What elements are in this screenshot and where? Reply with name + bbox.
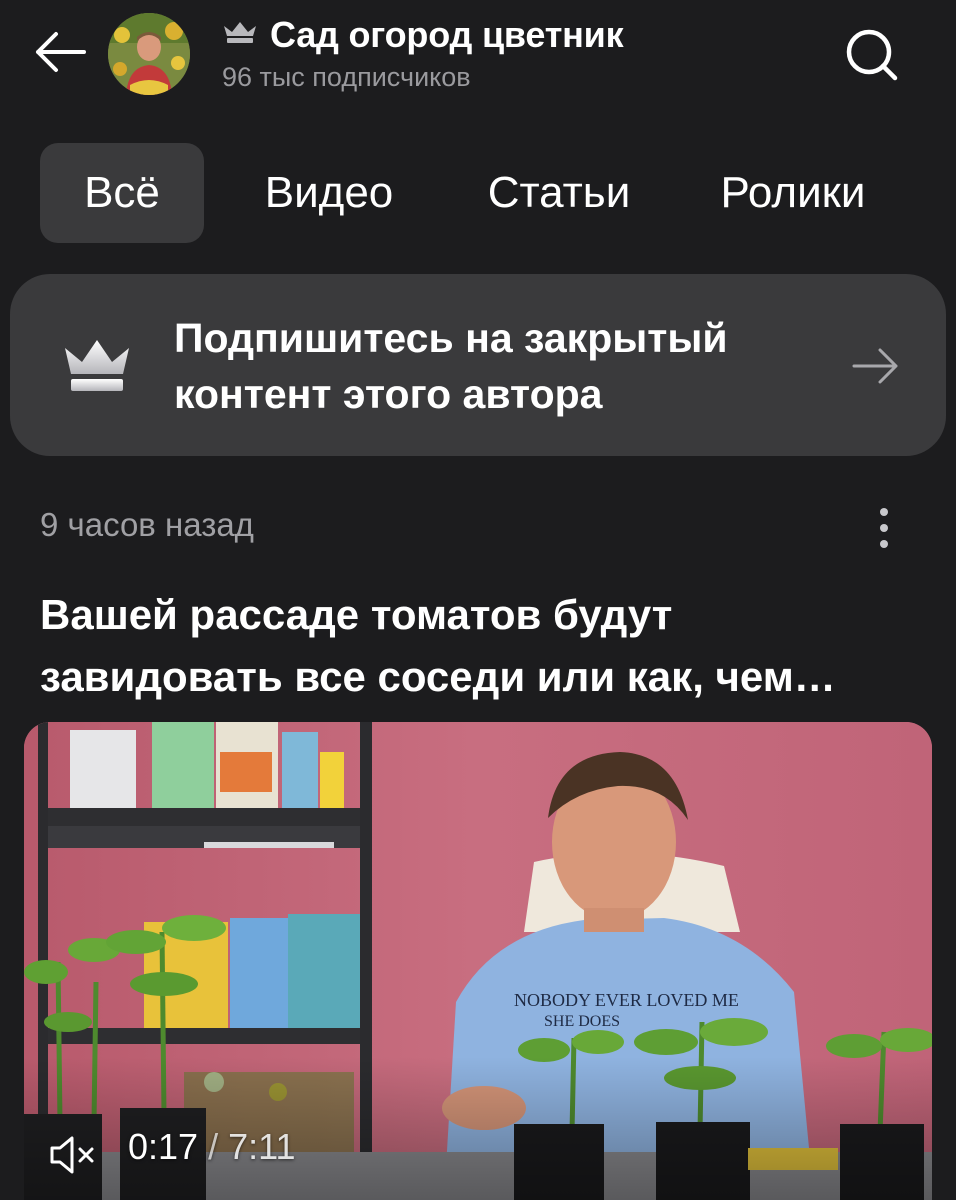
back-button[interactable] xyxy=(28,22,92,82)
search-icon xyxy=(846,29,898,81)
search-button[interactable] xyxy=(836,20,906,88)
channel-header: Сад огород цветник 96 тыс подписчиков xyxy=(0,0,956,110)
speaker-muted-icon[interactable] xyxy=(48,1132,100,1178)
video-time-separator: / xyxy=(208,1126,219,1167)
banner-line-2: контент этого автора xyxy=(174,371,603,417)
tab-articles[interactable]: Статьи xyxy=(464,143,654,243)
channel-info[interactable]: Сад огород цветник 96 тыс подписчиков xyxy=(222,14,624,93)
tab-shorts[interactable]: Ролики xyxy=(688,143,898,243)
post-title-line-1: Вашей рассаде томатов будут xyxy=(40,591,673,638)
premium-subscribe-banner[interactable]: Подпишитесь на закрытый контент этого ав… xyxy=(10,274,946,456)
more-options-button[interactable] xyxy=(864,500,904,556)
post-timestamp: 9 часов назад xyxy=(40,506,254,543)
arrow-left-icon xyxy=(36,32,86,72)
video-duration: 7:11 xyxy=(228,1126,296,1167)
content-tabs: Всё Видео Статьи Ролики xyxy=(40,143,898,243)
more-vertical-icon xyxy=(880,508,888,516)
crown-icon xyxy=(65,340,129,391)
banner-line-1: Подпишитесь на закрытый xyxy=(174,315,728,361)
avatar[interactable] xyxy=(108,13,190,95)
video-time-display: 0:17 / 7:11 xyxy=(128,1126,296,1168)
crown-icon xyxy=(224,22,256,43)
video-player[interactable]: NOBODY EVER LOVED ME SHE DOES xyxy=(24,722,932,1200)
video-current-time: 0:17 xyxy=(128,1126,199,1167)
channel-page: Сад огород цветник 96 тыс подписчиков Вс… xyxy=(0,0,956,1200)
tab-video[interactable]: Видео xyxy=(204,143,454,243)
channel-title: Сад огород цветник xyxy=(270,14,624,55)
post-title[interactable]: Вашей рассаде томатов будут завидовать в… xyxy=(40,584,920,708)
channel-title-row: Сад огород цветник xyxy=(222,14,624,56)
post-title-line-2: завидовать все соседи или как, чем… xyxy=(40,653,836,700)
arrow-right-icon xyxy=(852,348,898,384)
subscriber-count: 96 тыс подписчиков xyxy=(222,62,471,92)
banner-text: Подпишитесь на закрытый контент этого ав… xyxy=(174,310,824,422)
tab-all[interactable]: Всё xyxy=(40,143,204,243)
